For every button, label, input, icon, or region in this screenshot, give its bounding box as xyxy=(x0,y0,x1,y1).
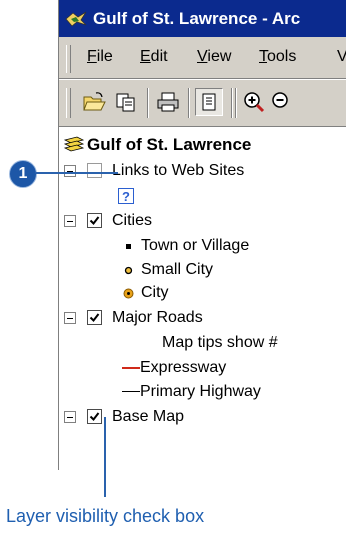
data-frame-icon xyxy=(63,136,85,152)
toc-button[interactable] xyxy=(195,88,223,116)
legend-label: City xyxy=(141,284,169,301)
svg-text:?: ? xyxy=(122,189,130,204)
caption-leader-line xyxy=(104,417,106,497)
menubar-grip[interactable] xyxy=(66,45,71,73)
title-bar[interactable]: Gulf of St. Lawrence - Arc xyxy=(59,0,346,37)
collapse-icon[interactable] xyxy=(64,411,76,423)
callout-leader-line xyxy=(36,172,118,174)
layer-name: Base Map xyxy=(112,408,185,425)
toolbar-separator xyxy=(147,88,149,118)
legend-label: Expressway xyxy=(140,359,227,376)
menu-file[interactable]: File xyxy=(87,48,113,66)
arcmap-window: Gulf of St. Lawrence - Arc File Edit Vie… xyxy=(58,0,346,470)
print-icon xyxy=(157,92,179,112)
layer-name: Cities xyxy=(112,212,153,229)
checkmark-icon xyxy=(89,313,100,323)
layer-visibility-checkbox[interactable] xyxy=(87,409,102,424)
menu-edit[interactable]: Edit xyxy=(140,48,168,66)
layer-name: Major Roads xyxy=(112,309,203,326)
toolbar-separator xyxy=(188,88,190,118)
window-title: Gulf of St. Lawrence - Arc xyxy=(93,8,301,28)
menu-bar: File Edit View Tools V xyxy=(59,37,346,80)
toolbar-separator xyxy=(235,88,237,118)
help-link-icon: ? xyxy=(118,188,134,204)
layer-visibility-checkbox[interactable] xyxy=(87,213,102,228)
menu-overflow[interactable]: V xyxy=(337,48,346,66)
city-marker-icon xyxy=(123,288,134,299)
print-button[interactable] xyxy=(155,89,181,115)
open-button[interactable] xyxy=(81,89,107,115)
callout-caption: Layer visibility check box xyxy=(6,506,205,526)
zoom-out-icon xyxy=(272,92,288,108)
zoom-out-button[interactable] xyxy=(269,89,295,115)
legend-label: Small City xyxy=(141,261,214,278)
menu-view[interactable]: View xyxy=(197,48,231,66)
map-tips-note: Map tips show # xyxy=(162,334,278,351)
standard-toolbar xyxy=(59,80,346,127)
layer-visibility-checkbox[interactable] xyxy=(87,310,102,325)
arcmap-app-icon xyxy=(65,11,87,27)
checkmark-icon xyxy=(89,412,100,422)
small-city-marker-icon xyxy=(124,266,133,275)
expressway-line-symbol xyxy=(122,367,140,369)
collapse-icon[interactable] xyxy=(64,312,76,324)
zoom-in-button[interactable] xyxy=(241,89,267,115)
layer-visibility-checkbox[interactable] xyxy=(87,163,102,178)
town-marker-icon xyxy=(126,244,131,249)
zoom-in-icon xyxy=(244,92,265,113)
copy-button[interactable] xyxy=(113,89,139,115)
toc-icon xyxy=(202,93,216,111)
legend-label: Primary Highway xyxy=(140,383,261,400)
open-folder-icon xyxy=(83,92,106,111)
toolbar-grip[interactable] xyxy=(66,88,71,118)
checkmark-icon xyxy=(89,216,100,226)
legend-label: Town or Village xyxy=(141,237,250,254)
toolbar-separator xyxy=(231,88,233,118)
data-frame-name: Gulf of St. Lawrence xyxy=(87,135,252,154)
layer-name: Links to Web Sites xyxy=(112,162,245,179)
table-of-contents: Gulf of St. Lawrence Links to Web Sites … xyxy=(59,127,346,470)
callout-number: 1 xyxy=(9,160,37,188)
collapse-icon[interactable] xyxy=(64,215,76,227)
copy-icon xyxy=(116,93,135,112)
menu-tools[interactable]: Tools xyxy=(259,48,296,66)
primary-highway-line-symbol xyxy=(122,391,140,392)
collapse-icon[interactable] xyxy=(64,165,76,177)
